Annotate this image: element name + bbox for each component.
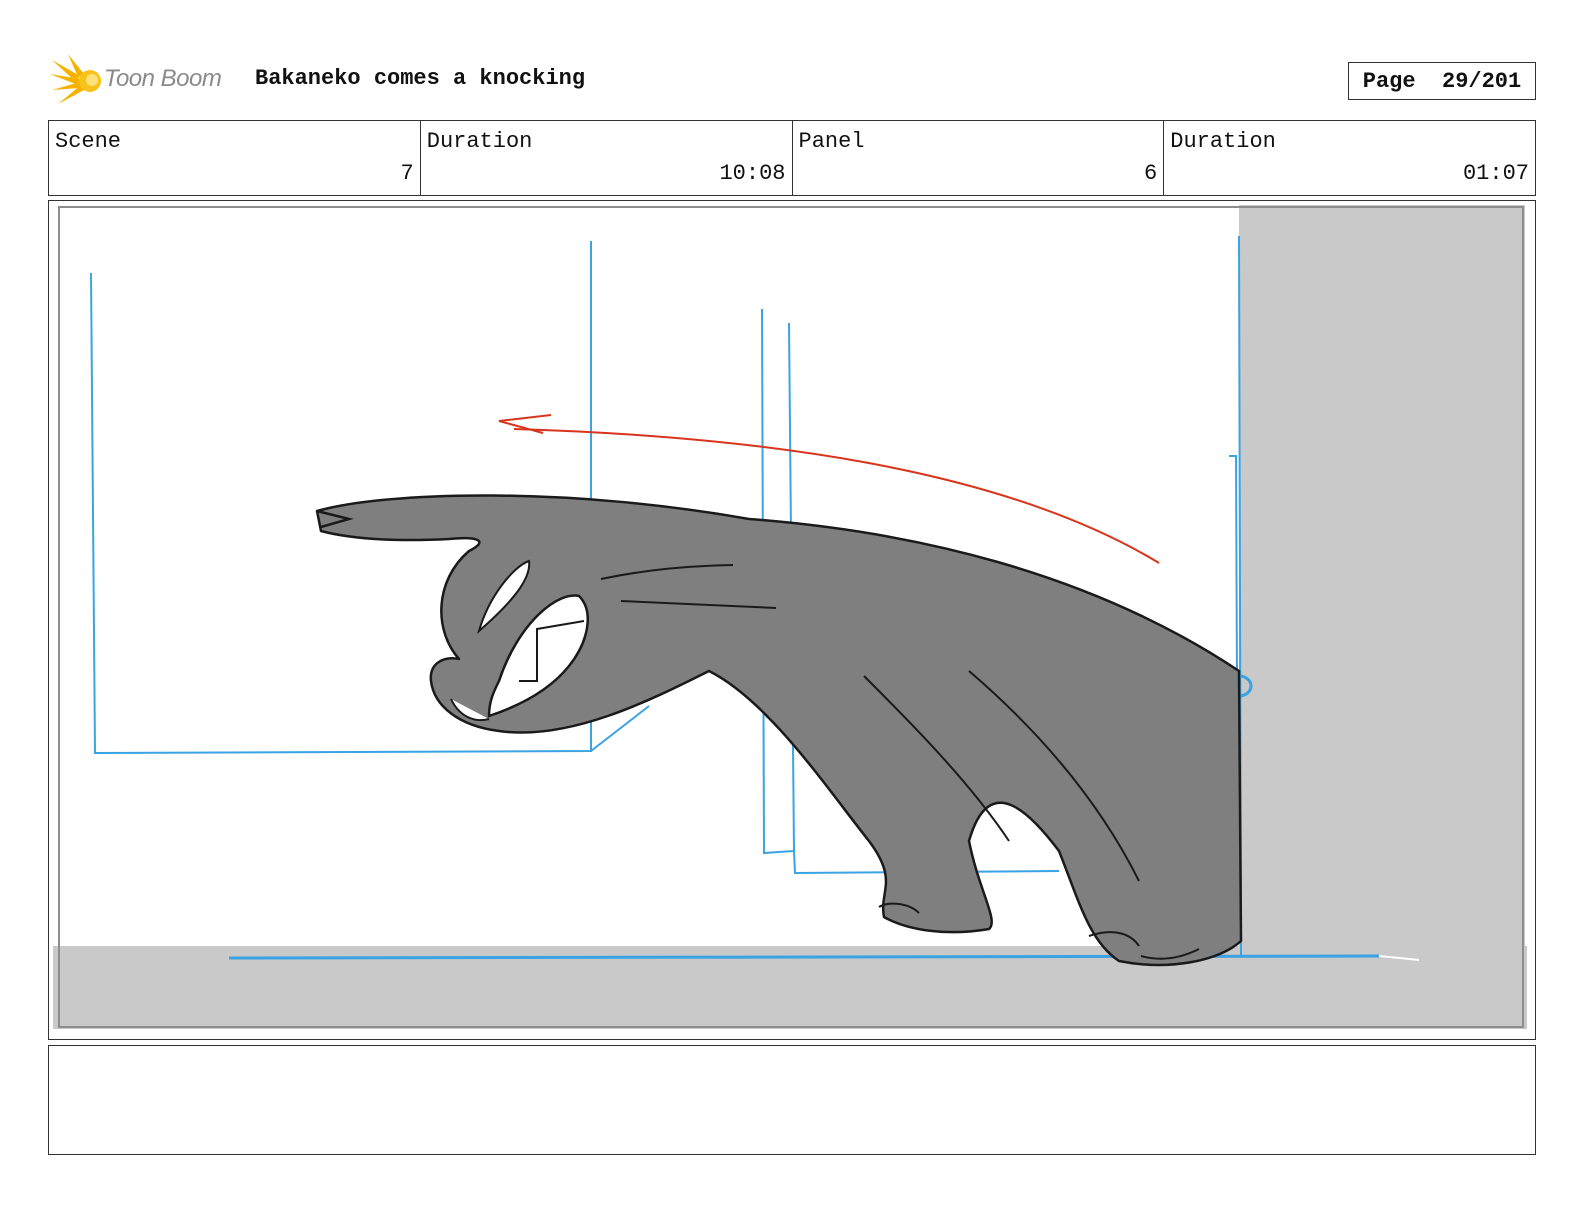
toon-boom-logo: Toon Boom (50, 54, 240, 108)
storyboard-panel (48, 200, 1536, 1040)
logo-text: Toon Boom (104, 65, 222, 92)
scene-duration-cell: Duration 10:08 (419, 121, 792, 195)
scene-label: Scene (55, 129, 122, 154)
scene-value: 7 (400, 161, 414, 186)
panel-duration-value: 01:07 (1462, 161, 1529, 186)
panel-duration-label: Duration (1170, 129, 1276, 154)
notes-box (48, 1045, 1536, 1155)
panel-label: Panel (798, 129, 865, 154)
storyboard-title: Bakaneko comes a knocking (255, 66, 586, 91)
panel-duration-cell: Duration 01:07 (1163, 121, 1535, 195)
scene-duration-value: 10:08 (719, 161, 786, 186)
wall-shape (1239, 205, 1525, 1029)
scene-cell: Scene 7 (49, 121, 420, 195)
panel-cell: Panel 6 (791, 121, 1164, 195)
panel-value: 6 (1144, 161, 1158, 186)
scene-duration-label: Duration (426, 129, 533, 154)
starburst-icon (50, 54, 101, 104)
scene-info-row: Scene 7 Duration 10:08 Panel 6 Duration … (48, 120, 1536, 196)
panel-drawing (53, 205, 1527, 1029)
page-indicator: Page 29/201 (1348, 62, 1536, 100)
